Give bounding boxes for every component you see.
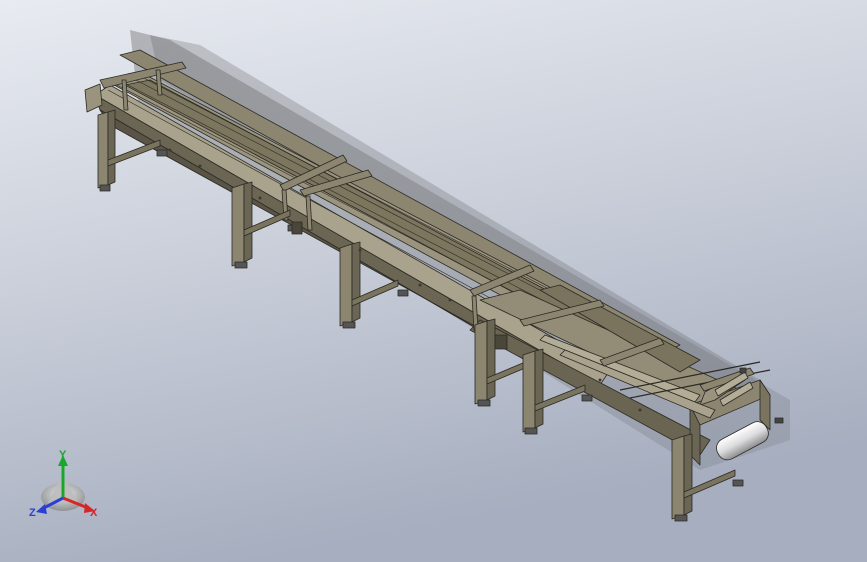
- leg-1: [97, 111, 109, 189]
- leg-2: [231, 183, 245, 267]
- graphics-viewport[interactable]: Y X Z: [0, 0, 867, 562]
- drive-motor-1: [291, 221, 303, 235]
- triad-z-label: Z: [29, 507, 36, 519]
- leg-5: [522, 350, 536, 433]
- triad-x-label: X: [90, 507, 98, 519]
- drive-motor-2: [494, 334, 508, 350]
- leg-4: [474, 320, 488, 405]
- viewport-canvas[interactable]: Y X Z: [0, 0, 867, 562]
- leg-3: [339, 243, 353, 327]
- triad-y-label: Y: [59, 449, 67, 461]
- leg-6: [671, 435, 685, 520]
